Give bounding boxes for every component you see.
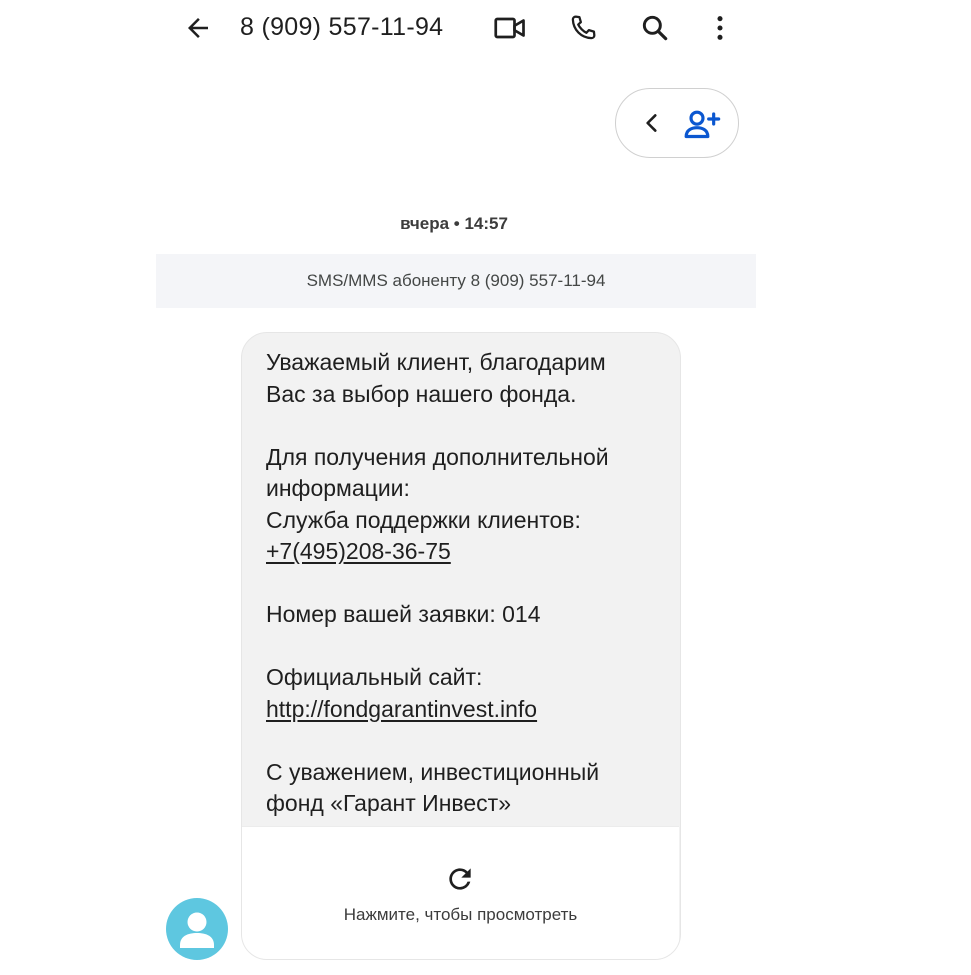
search-button[interactable] <box>633 6 677 50</box>
person-icon <box>180 912 214 948</box>
message-line: С уважением, инвестиционный <box>266 758 600 785</box>
message-line: фонд «Гарант Инвест» <box>266 790 511 816</box>
message-body: Уважаемый клиент, благодарим Вас за выбо… <box>266 347 666 820</box>
voice-call-button[interactable] <box>561 6 605 50</box>
sms-info-banner: SMS/MMS абоненту 8 (909) 557-11-94 <box>156 254 756 308</box>
website-link[interactable]: http://fondgarantinvest.info <box>266 696 537 722</box>
message-line: Служба поддержки клиентов: <box>266 506 581 533</box>
message-line: информации: <box>266 475 410 501</box>
message-line: Официальный сайт: <box>266 664 483 690</box>
search-icon <box>642 15 668 41</box>
request-number-line: Номер вашей заявки: 014 <box>266 601 541 627</box>
more-vert-icon <box>717 16 723 40</box>
collapse-button[interactable] <box>632 103 672 143</box>
more-options-button[interactable] <box>698 6 742 50</box>
top-app-bar: 8 (909) 557-11-94 <box>0 0 971 56</box>
contact-title: 8 (909) 557-11-94 <box>240 13 444 41</box>
support-phone-link[interactable]: +7(495)208-36-75 <box>266 538 451 564</box>
video-camera-icon <box>494 17 525 39</box>
phone-icon <box>571 15 596 40</box>
contact-actions-pill <box>615 88 739 158</box>
tap-to-view-label: Нажмите, чтобы просмотреть <box>343 905 578 924</box>
add-contact-icon <box>684 110 721 139</box>
message-thread-screen: 8 (909) 557-11-94 вчера • 14:57 SMS/MMS … <box>0 0 971 975</box>
mms-download-area[interactable]: Нажмите, чтобы просмотреть <box>242 826 679 959</box>
timestamp-separator: • <box>453 214 460 233</box>
refresh-icon <box>449 868 471 890</box>
message-line: Уважаемый клиент, благодарим <box>266 349 606 375</box>
sender-avatar[interactable] <box>166 898 228 960</box>
video-call-button[interactable] <box>488 6 532 50</box>
timestamp-time: 14:57 <box>464 214 508 233</box>
incoming-message-bubble[interactable]: Уважаемый клиент, благодарим Вас за выбо… <box>241 332 681 960</box>
chevron-left-icon <box>646 114 657 132</box>
message-line: Вас за выбор нашего фонда. <box>266 380 577 407</box>
arrow-back-icon <box>188 18 208 38</box>
back-button[interactable] <box>176 6 220 50</box>
timestamp-day: вчера <box>400 214 450 233</box>
message-line: Для получения дополнительной <box>266 443 609 470</box>
refresh-button[interactable] <box>440 859 480 899</box>
message-timestamp: вчера • 14:57 <box>0 212 908 236</box>
add-contact-button[interactable] <box>680 102 724 146</box>
